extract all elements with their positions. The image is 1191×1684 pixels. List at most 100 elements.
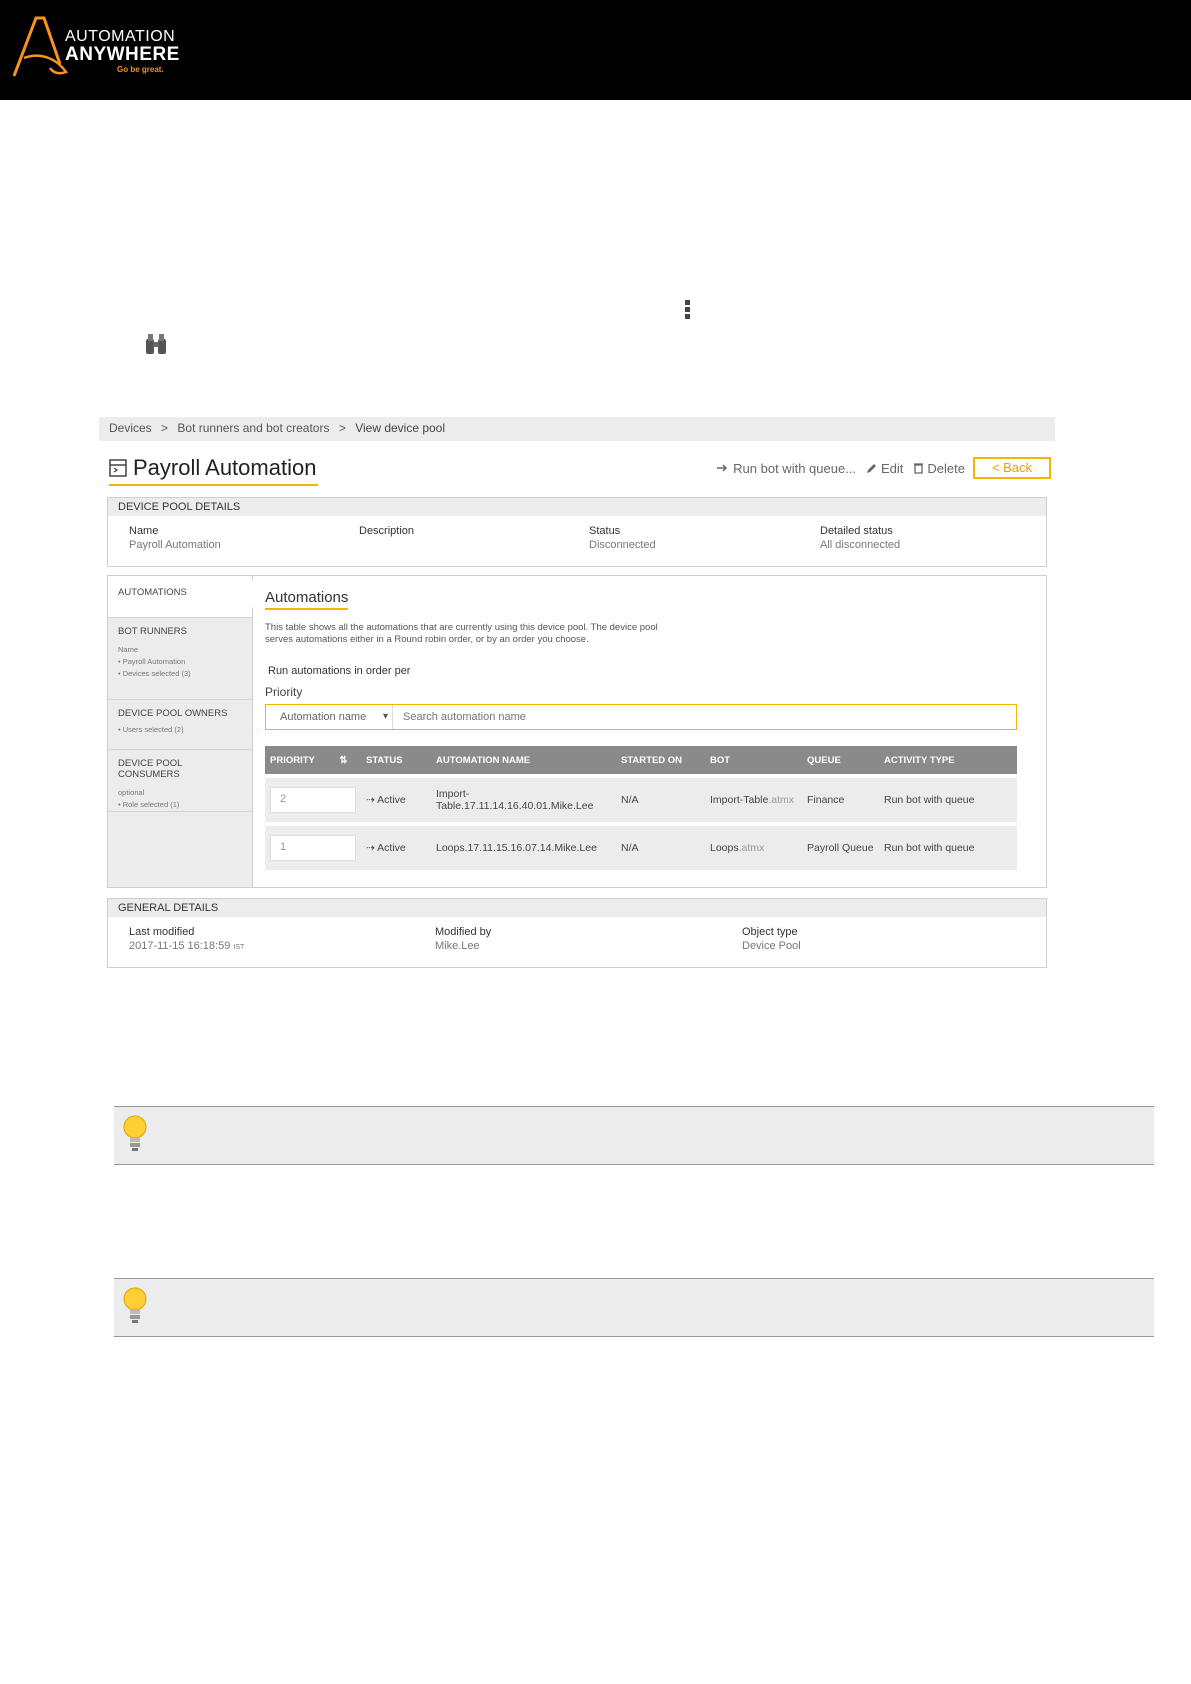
column-header-activity-type: ACTIVITY TYPE <box>879 746 1017 774</box>
detailed-status-value: All disconnected <box>820 539 901 551</box>
bot-cell: Loops.atmx <box>705 826 802 870</box>
edit-label: Edit <box>881 460 904 476</box>
sidebar-item-bot-runners[interactable]: BOT RUNNERS Name • Payroll Automation • … <box>108 618 252 700</box>
status-cell: ⇢ Active <box>361 778 431 822</box>
bot-extension: .atmx <box>768 794 795 806</box>
bot-extension: .atmx <box>738 842 765 854</box>
object-type-label: Object type <box>742 926 798 938</box>
automations-table: PRIORITY ⇅ STATUS AUTOMATION NAME STARTE… <box>265 742 1017 874</box>
sidebar-item-label: AUTOMATIONS <box>118 587 187 598</box>
logo-mark-icon <box>12 16 69 77</box>
binoculars-icon <box>146 334 166 354</box>
header-band: AUTOMATION ANYWHERE Go be great. <box>0 0 1191 100</box>
description-label: Description <box>359 525 415 537</box>
modified-by-field: Modified by Mike.Lee <box>435 926 491 952</box>
logo-text-line2: ANYWHERE <box>65 44 180 65</box>
device-pool-details-panel: DEVICE POOL DETAILS Name Payroll Automat… <box>107 497 1047 567</box>
consumers-sub-role: • Role selected (1) <box>118 800 180 809</box>
modified-by-label: Modified by <box>435 926 492 938</box>
status-text: Active <box>377 842 406 854</box>
automations-panel: AUTOMATIONS BOT RUNNERS Name • Payroll A… <box>107 575 1047 888</box>
delete-button[interactable]: Delete <box>913 461 965 476</box>
delete-label: Delete <box>927 460 965 476</box>
last-modified-label: Last modified <box>129 926 195 938</box>
last-modified-timezone: IST <box>233 944 245 951</box>
run-bot-with-queue-button[interactable]: Run bot with queue... <box>716 461 856 476</box>
table-header-row: PRIORITY ⇅ STATUS AUTOMATION NAME STARTE… <box>265 746 1017 774</box>
device-pool-icon <box>109 459 127 477</box>
priority-input[interactable]: 1 <box>270 835 356 861</box>
last-modified-field: Last modified 2017-11-15 16:18:59 IST <box>129 926 244 952</box>
active-arrow-icon: ⇢ <box>366 794 378 806</box>
note-box <box>114 1278 1154 1337</box>
table-row[interactable]: 1 ⇢ Active Loops.17.11.15.16.07.14.Mike.… <box>265 826 1017 870</box>
status-label: Status <box>589 525 621 537</box>
object-type-value: Device Pool <box>742 940 801 952</box>
lightbulb-icon <box>123 1287 147 1323</box>
status-text: Active <box>377 794 406 806</box>
page-actions: Run bot with queue... Edit Delete < Back <box>706 457 1051 479</box>
trash-icon <box>914 463 924 474</box>
detailed-status-field: Detailed status All disconnected <box>820 525 900 551</box>
status-value: Disconnected <box>589 539 656 551</box>
note-box <box>114 1106 1154 1165</box>
general-details-panel: GENERAL DETAILS Last modified 2017-11-15… <box>107 898 1047 968</box>
page-title: Payroll Automation <box>109 452 319 486</box>
sidebar-item-owners[interactable]: DEVICE POOL OWNERS • Users selected (2) <box>108 700 252 750</box>
breadcrumb-devices[interactable]: Devices <box>109 421 152 435</box>
bot-name: Import-Table <box>710 794 769 806</box>
status-field: Status Disconnected <box>589 525 656 551</box>
automation-name-cell: Loops.17.11.15.16.07.14.Mike.Lee <box>431 826 616 870</box>
sidebar-item-label: DEVICE POOL CONSUMERS <box>118 758 183 780</box>
status-cell: ⇢ Active <box>361 826 431 870</box>
modified-by-value: Mike.Lee <box>435 940 480 952</box>
priority-input[interactable]: 2 <box>270 787 356 813</box>
run-order-value[interactable]: Priority <box>265 685 302 699</box>
run-order-label: Run automations in order per <box>268 665 411 677</box>
device-pool-screen: Devices > Bot runners and bot creators >… <box>99 417 1055 972</box>
active-arrow-icon: ⇢ <box>366 842 378 854</box>
run-bot-label: Run bot with queue... <box>733 460 857 476</box>
sort-icon[interactable]: ⇅ <box>339 755 347 766</box>
consumers-sub-optional: optional <box>118 788 145 797</box>
object-type-field: Object type Device Pool <box>742 926 801 952</box>
started-on-cell: N/A <box>616 778 705 822</box>
pencil-icon <box>867 464 877 473</box>
run-arrow-icon <box>717 464 728 472</box>
column-header-bot: BOT <box>705 746 802 774</box>
column-header-queue: QUEUE <box>802 746 879 774</box>
sidebar-item-consumers[interactable]: DEVICE POOL CONSUMERS optional • Role se… <box>108 750 252 812</box>
column-header-automation-name: AUTOMATION NAME <box>431 746 616 774</box>
back-button[interactable]: < Back <box>973 457 1051 479</box>
bot-cell: Import-Table.atmx <box>705 778 802 822</box>
sidebar: AUTOMATIONS BOT RUNNERS Name • Payroll A… <box>108 576 264 887</box>
detailed-status-label: Detailed status <box>820 525 893 537</box>
search-bar: Automation name <box>265 704 1017 730</box>
column-header-priority[interactable]: PRIORITY ⇅ <box>265 746 361 774</box>
automation-anywhere-logo: AUTOMATION ANYWHERE Go be great. <box>10 14 210 84</box>
general-details-header: GENERAL DETAILS <box>108 899 1046 917</box>
table-row[interactable]: 2 ⇢ Active Import-Table.17.11.14.16.40.0… <box>265 778 1017 822</box>
started-on-cell: N/A <box>616 826 705 870</box>
sidebar-item-label: DEVICE POOL OWNERS <box>118 708 228 719</box>
edit-button[interactable]: Edit <box>866 461 903 476</box>
last-modified-date: 2017-11-15 16:18:59 <box>129 940 231 952</box>
automation-name-cell: Import-Table.17.11.14.16.40.01.Mike.Lee <box>431 778 616 822</box>
breadcrumb-separator: > <box>338 421 346 435</box>
breadcrumb-current: View device pool <box>355 421 446 435</box>
breadcrumb-bot-runners[interactable]: Bot runners and bot creators <box>177 421 329 435</box>
description-field: Description <box>359 525 414 537</box>
activity-type-cell: Run bot with queue <box>879 778 1017 822</box>
column-header-label: PRIORITY <box>270 754 315 766</box>
last-modified-value: 2017-11-15 16:18:59 IST <box>129 940 244 952</box>
name-value: Payroll Automation <box>129 539 221 551</box>
search-input[interactable] <box>393 705 1016 729</box>
owners-sub: • Users selected (2) <box>118 725 184 734</box>
sidebar-item-automations[interactable]: AUTOMATIONS <box>108 576 264 618</box>
search-field-select[interactable]: Automation name <box>266 705 393 729</box>
breadcrumb-separator: > <box>161 421 169 435</box>
name-field: Name Payroll Automation <box>129 525 221 551</box>
queue-cell: Payroll Queue <box>802 826 879 870</box>
name-label: Name <box>129 525 159 537</box>
logo-tagline: Go be great. <box>117 65 164 74</box>
